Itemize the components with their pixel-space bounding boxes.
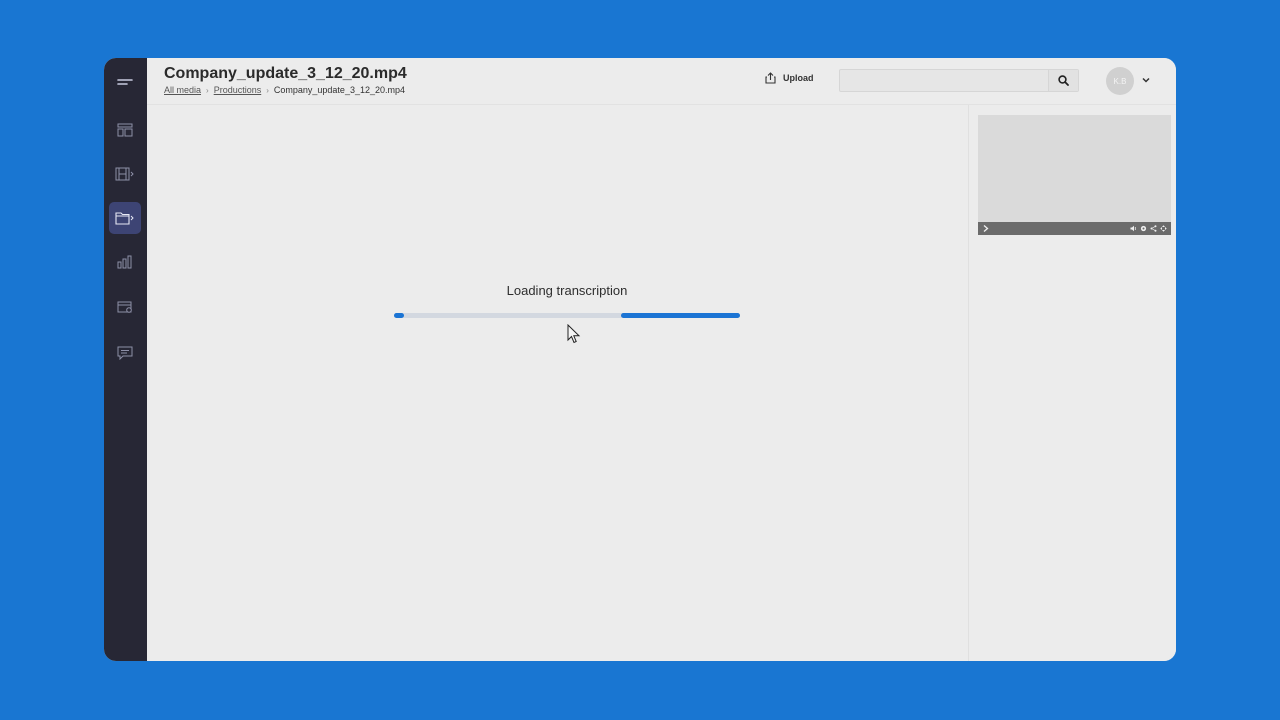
video-preview[interactable] (978, 115, 1171, 222)
search-button[interactable] (1048, 70, 1078, 91)
card-settings-icon (117, 301, 132, 313)
progress-bar (394, 313, 740, 318)
sidebar-item-media[interactable] (109, 158, 141, 190)
video-controls (978, 222, 1171, 235)
chevron-right-icon: › (266, 85, 269, 95)
search-icon (1058, 75, 1069, 86)
progress-fill (394, 313, 405, 318)
chevron-down-icon[interactable] (1142, 77, 1150, 83)
search-input[interactable] (840, 70, 1045, 91)
header: Company_update_3_12_20.mp4 All media › P… (147, 58, 1176, 105)
sidebar-item-analytics[interactable] (109, 246, 141, 278)
upload-label: Upload (783, 73, 814, 83)
app-window: Company_update_3_12_20.mp4 All media › P… (104, 58, 1176, 661)
progress-fill (620, 313, 740, 318)
volume-icon[interactable] (1130, 224, 1137, 233)
breadcrumb-current: Company_update_3_12_20.mp4 (273, 85, 405, 95)
settings-icon[interactable] (1140, 224, 1147, 233)
share-icon[interactable] (1150, 224, 1157, 233)
media-panel (968, 105, 1176, 661)
sidebar-item-folders[interactable] (109, 202, 141, 234)
breadcrumb-all-media[interactable]: All media (164, 85, 201, 95)
upload-button[interactable]: Upload (765, 72, 814, 84)
comment-icon (117, 346, 133, 360)
breadcrumb: All media › Productions › Company_update… (164, 85, 405, 95)
sidebar (104, 58, 147, 661)
loading-text: Loading transcription (506, 283, 628, 298)
play-icon[interactable] (983, 225, 989, 232)
film-icon (115, 167, 134, 181)
bar-chart-icon (117, 255, 132, 269)
search-box (839, 69, 1079, 92)
layout-icon (117, 123, 133, 137)
menu-icon (117, 79, 133, 85)
transcript-area: Loading transcription (147, 105, 968, 661)
mouse-cursor-icon (567, 324, 581, 344)
sidebar-item-feedback[interactable] (109, 337, 141, 369)
fullscreen-icon[interactable] (1160, 224, 1167, 233)
upload-icon (765, 72, 776, 84)
sidebar-item-billing[interactable] (109, 291, 141, 323)
breadcrumb-productions[interactable]: Productions (214, 85, 262, 95)
chevron-right-icon: › (206, 85, 209, 95)
sidebar-item-dashboard[interactable] (109, 114, 141, 146)
avatar[interactable]: K.B (1106, 67, 1134, 95)
page-title: Company_update_3_12_20.mp4 (164, 65, 407, 82)
menu-button[interactable] (109, 66, 141, 98)
folder-icon (115, 212, 134, 225)
